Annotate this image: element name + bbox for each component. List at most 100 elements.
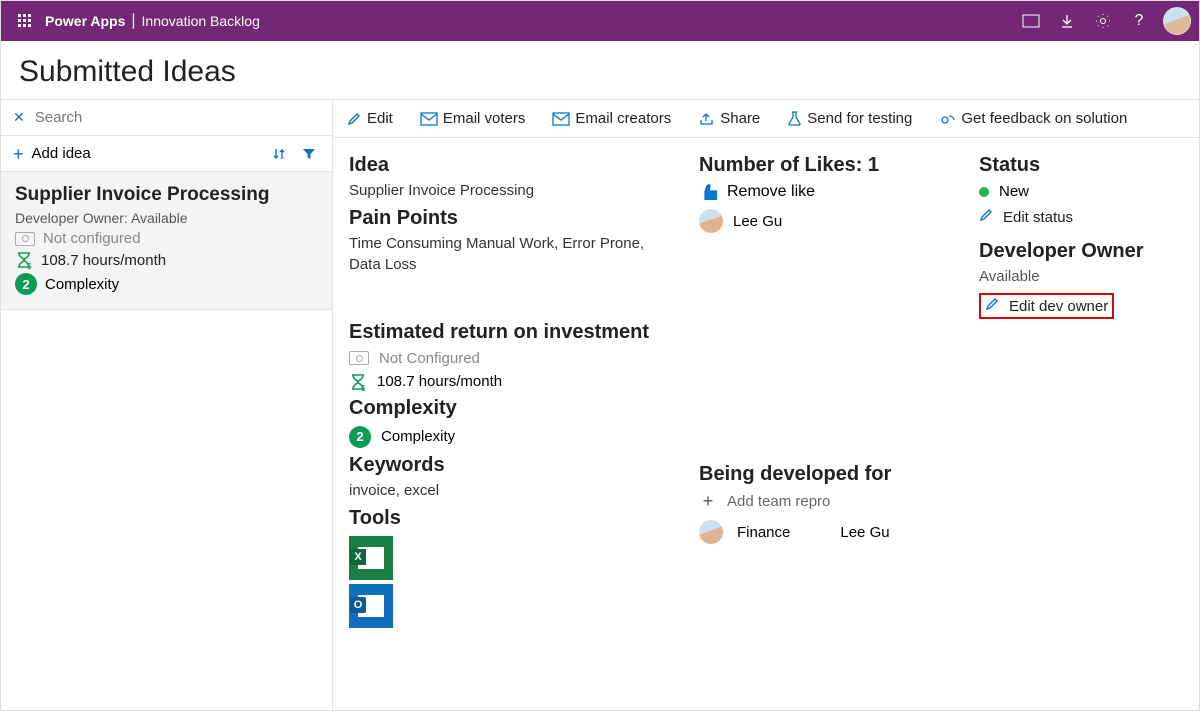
card-owner: Developer Owner: Available	[15, 210, 318, 226]
help-icon[interactable]: ?	[1121, 1, 1157, 41]
share-button[interactable]: Share	[699, 110, 760, 127]
keywords-text: invoice, excel	[349, 481, 679, 501]
developed-heading: Being developed for	[699, 463, 959, 486]
plus-icon: +	[699, 492, 717, 510]
team-person: Lee Gu	[840, 524, 889, 541]
add-team-label: Add team repro	[727, 493, 830, 510]
app-header: Power Apps | Innovation Backlog ?	[1, 1, 1199, 41]
card-hours: 108.7 hours/month	[41, 252, 166, 269]
roi-hours: 108.7 hours/month	[377, 373, 502, 390]
likes-heading: Number of Likes: 1	[699, 154, 959, 177]
remove-like-label: Remove like	[727, 183, 815, 201]
get-feedback-label: Get feedback on solution	[961, 110, 1127, 127]
idea-card[interactable]: Supplier Invoice Processing Developer Ow…	[1, 172, 332, 310]
card-complexity: Complexity	[45, 276, 119, 293]
tool-outlook[interactable]	[349, 584, 393, 628]
user-avatar-small	[699, 209, 723, 233]
pain-heading: Pain Points	[349, 207, 679, 230]
email-voters-label: Email voters	[443, 110, 526, 127]
tool-excel[interactable]	[349, 536, 393, 580]
edit-dev-owner-label: Edit dev owner	[1009, 298, 1108, 315]
clear-search-icon[interactable]: ✕	[13, 109, 25, 126]
card-title: Supplier Invoice Processing	[15, 184, 318, 206]
idea-title: Supplier Invoice Processing	[349, 181, 679, 201]
hourglass-icon: $	[15, 251, 33, 269]
send-testing-label: Send for testing	[807, 110, 912, 127]
email-creators-button[interactable]: Email creators	[553, 110, 671, 127]
edit-button[interactable]: Edit	[347, 110, 393, 127]
detail-toolbar: Edit Email voters Email creators Share S…	[333, 100, 1199, 138]
add-idea-row: + Add idea	[1, 136, 332, 172]
tools-heading: Tools	[349, 507, 679, 530]
download-icon[interactable]	[1049, 1, 1085, 41]
team-name: Finance	[737, 524, 790, 541]
complexity-heading: Complexity	[349, 397, 679, 420]
filter-icon[interactable]	[298, 147, 320, 161]
user-avatar-small	[699, 520, 723, 544]
pencil-icon	[985, 297, 999, 315]
complexity-badge: 2	[349, 426, 371, 448]
svg-text:$: $	[361, 384, 366, 393]
detail-column-c: Status New Edit status Developer Owner A…	[979, 154, 1179, 628]
pain-text: Time Consuming Manual Work, Error Prone,…	[349, 234, 679, 275]
team-row: Finance Lee Gu	[699, 520, 959, 544]
brand-label: Power Apps	[45, 13, 125, 29]
keywords-heading: Keywords	[349, 454, 679, 477]
remove-like-button[interactable]: Remove like	[699, 183, 959, 201]
status-heading: Status	[979, 154, 1179, 177]
status-dot-icon	[979, 187, 989, 197]
get-feedback-button[interactable]: Get feedback on solution	[940, 110, 1127, 127]
mail-icon	[421, 113, 437, 125]
liker-row: Lee Gu	[699, 209, 959, 233]
thumb-icon	[699, 184, 717, 200]
search-row: ✕	[1, 100, 332, 136]
edit-dev-owner-button[interactable]: Edit dev owner	[985, 297, 1108, 315]
detail-column-a: Idea Supplier Invoice Processing Pain Po…	[349, 154, 679, 628]
waffle-icon[interactable]	[9, 14, 41, 28]
outlook-icon	[358, 595, 384, 617]
edit-dev-owner-highlight: Edit dev owner	[979, 293, 1114, 319]
add-team-button[interactable]: + Add team repro	[699, 492, 959, 510]
pencil-icon	[347, 112, 361, 126]
pencil-icon	[979, 208, 993, 226]
share-icon	[699, 112, 714, 126]
feedback-icon	[940, 112, 955, 126]
app-name-label: Innovation Backlog	[142, 13, 260, 29]
search-input[interactable]	[35, 109, 320, 126]
separator: |	[131, 12, 135, 30]
detail-column-b: Number of Likes: 1 Remove like Lee Gu Be…	[699, 154, 959, 628]
add-idea-label[interactable]: Add idea	[32, 145, 91, 162]
mail-icon	[553, 113, 569, 125]
status-value: New	[999, 183, 1029, 200]
money-icon	[15, 232, 35, 246]
page-title: Submitted Ideas	[19, 55, 1181, 89]
left-panel: ✕ + Add idea Supplier Invoice Processing…	[1, 100, 333, 712]
flask-icon	[788, 111, 801, 126]
hourglass-icon: $	[349, 373, 367, 391]
fit-icon[interactable]	[1013, 1, 1049, 41]
add-icon[interactable]: +	[13, 145, 24, 163]
edit-status-label: Edit status	[1003, 209, 1073, 226]
email-voters-button[interactable]: Email voters	[421, 110, 526, 127]
send-testing-button[interactable]: Send for testing	[788, 110, 912, 127]
edit-label: Edit	[367, 110, 393, 127]
svg-text:$: $	[27, 262, 32, 271]
share-label: Share	[720, 110, 760, 127]
dev-owner-value: Available	[979, 267, 1179, 287]
gear-icon[interactable]	[1085, 1, 1121, 41]
excel-icon	[358, 547, 384, 569]
liker-name: Lee Gu	[733, 213, 782, 230]
roi-configured: Not Configured	[379, 350, 480, 367]
roi-heading: Estimated return on investment	[349, 321, 679, 344]
complexity-label: Complexity	[381, 428, 455, 445]
user-avatar[interactable]	[1163, 7, 1191, 35]
complexity-badge: 2	[15, 273, 37, 295]
email-creators-label: Email creators	[575, 110, 671, 127]
edit-status-button[interactable]: Edit status	[979, 208, 1179, 226]
dev-owner-heading: Developer Owner	[979, 240, 1179, 263]
sort-icon[interactable]	[268, 147, 290, 161]
page-title-bar: Submitted Ideas	[1, 41, 1199, 99]
idea-heading: Idea	[349, 154, 679, 177]
content-panel: Edit Email voters Email creators Share S…	[333, 100, 1199, 712]
money-icon	[349, 351, 369, 365]
